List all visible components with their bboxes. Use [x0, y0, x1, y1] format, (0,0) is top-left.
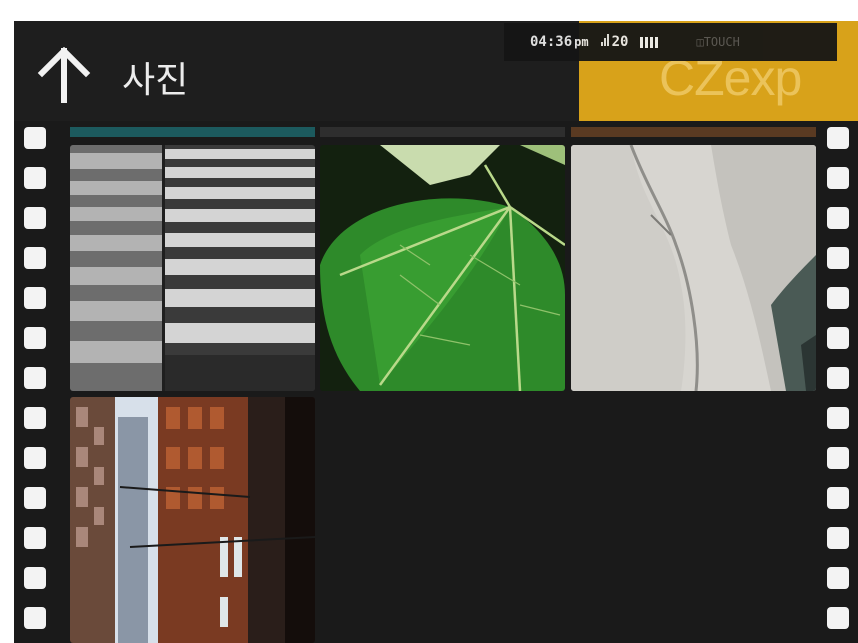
signal-indicator: 20 — [600, 34, 629, 50]
alley-image — [70, 397, 315, 643]
battery-icon — [640, 36, 659, 48]
signal-icon — [600, 34, 609, 46]
film-perforation — [827, 607, 849, 629]
film-perforation — [24, 487, 46, 509]
status-time-ampm: pm — [574, 35, 589, 49]
partial-photo-top — [70, 127, 315, 137]
status-time-value: 04:36 — [530, 34, 573, 50]
page-title: 사진 — [122, 60, 189, 101]
photo-thumbnail-leaf[interactable] — [320, 145, 565, 391]
film-perforation — [24, 167, 46, 189]
photo-thumbnail-crosswalk[interactable] — [70, 145, 315, 391]
film-perforation — [24, 447, 46, 469]
leaf-image — [320, 145, 565, 391]
film-perforation — [827, 167, 849, 189]
header-bar: 사진 CZexp 04:36 pm 20 ◫TOUCH — [14, 21, 858, 121]
film-perforation — [827, 487, 849, 509]
crosswalk-image — [70, 145, 315, 391]
status-time: 04:36 pm — [530, 34, 589, 50]
film-perforation — [24, 367, 46, 389]
film-perforation — [827, 407, 849, 429]
film-perforation — [827, 447, 849, 469]
film-perforation — [827, 207, 849, 229]
film-perforation — [827, 367, 849, 389]
partial-photo-top — [571, 127, 816, 137]
back-button[interactable] — [34, 46, 94, 104]
film-perforation — [827, 127, 849, 149]
film-perforation — [24, 207, 46, 229]
film-perforation — [24, 567, 46, 589]
status-bar: 04:36 pm 20 ◫TOUCH — [504, 23, 837, 61]
screen: 사진 CZexp 04:36 pm 20 ◫TOUCH — [14, 21, 858, 643]
film-perforation — [827, 287, 849, 309]
photo-thumbnail-alley[interactable] — [70, 397, 315, 643]
film-perforation — [827, 327, 849, 349]
touch-lock-label: TOUCH — [703, 35, 740, 49]
film-perforation — [24, 607, 46, 629]
film-perforation — [24, 407, 46, 429]
film-perforation — [24, 327, 46, 349]
film-perforation — [827, 247, 849, 269]
film-perforation — [24, 247, 46, 269]
film-perforation — [24, 127, 46, 149]
film-perforation — [827, 567, 849, 589]
film-perforation — [24, 527, 46, 549]
photo-thumbnail-fabric[interactable] — [571, 145, 816, 391]
partial-photo-top — [320, 127, 565, 137]
signal-value: 20 — [611, 34, 629, 50]
fabric-image — [571, 145, 816, 391]
touch-lock[interactable]: ◫TOUCH — [696, 35, 739, 49]
arrow-up-icon — [37, 46, 91, 104]
film-perforation — [827, 527, 849, 549]
film-perforation — [24, 287, 46, 309]
